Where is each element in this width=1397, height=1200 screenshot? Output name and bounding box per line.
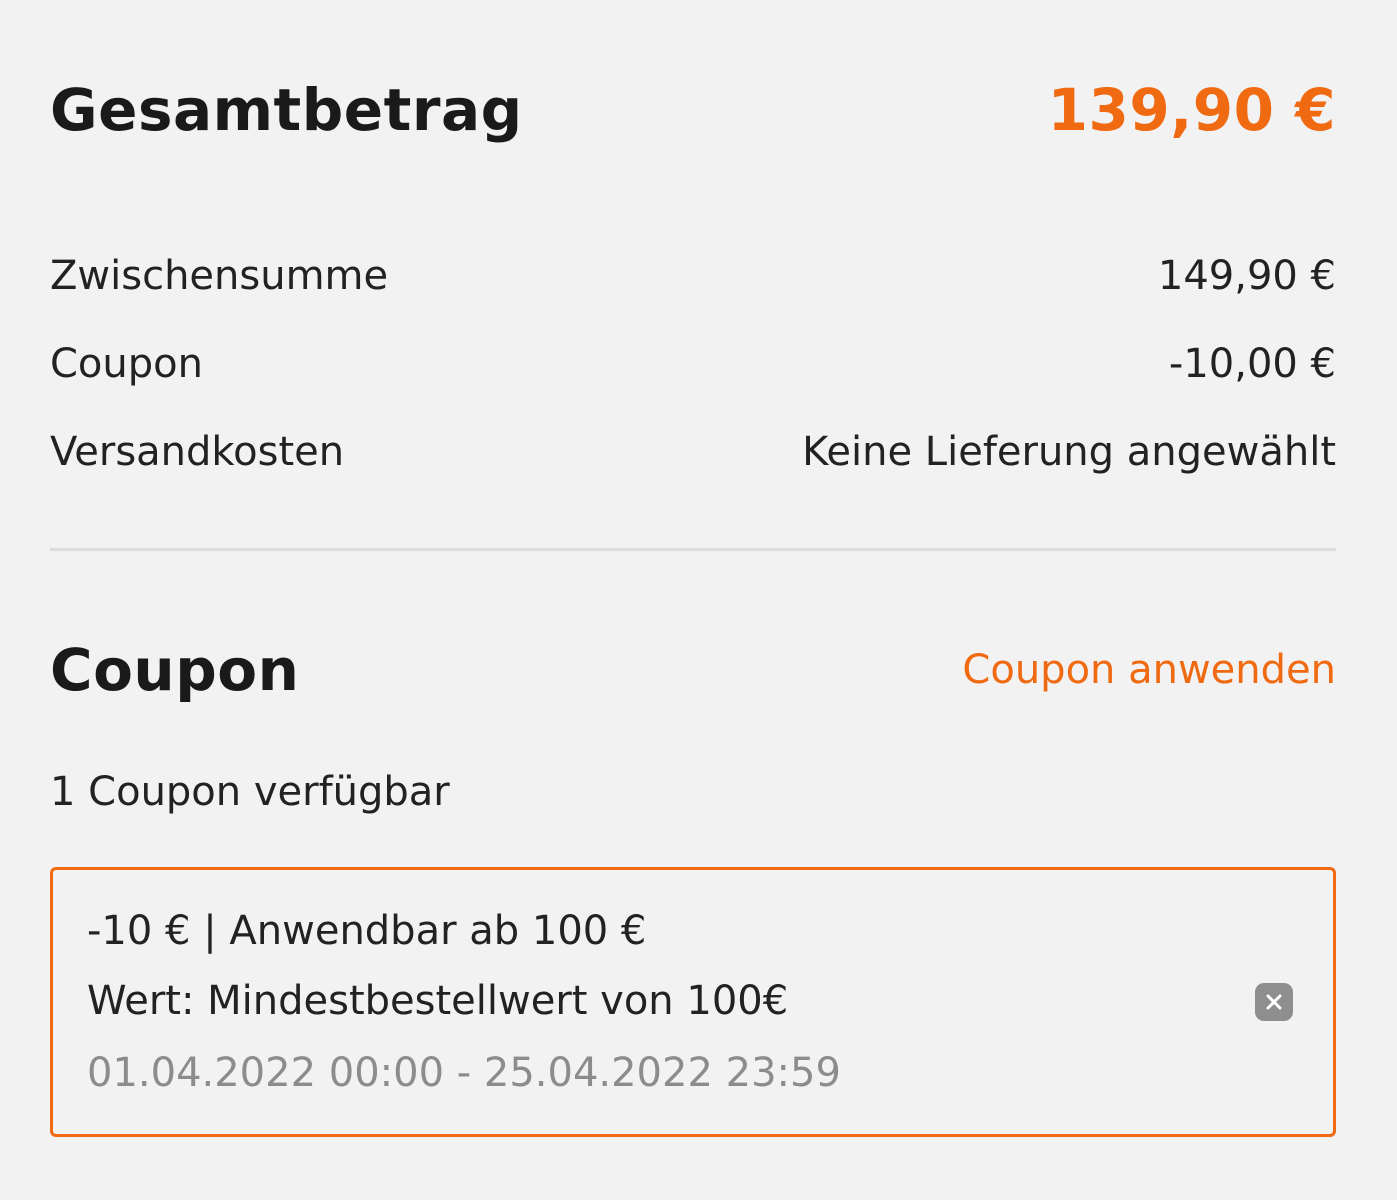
- shipping-row: Versandkosten Keine Lieferung angewählt: [50, 408, 1336, 496]
- coupon-card[interactable]: -10 € | Anwendbar ab 100 € Wert: Mindest…: [50, 867, 1336, 1137]
- shipping-label: Versandkosten: [50, 429, 345, 475]
- subtotal-row: Zwischensumme 149,90 €: [50, 232, 1336, 320]
- coupon-section-header: Coupon Coupon anwenden: [50, 630, 1336, 710]
- remove-coupon-button[interactable]: [1255, 983, 1293, 1021]
- coupon-headline: -10 € | Anwendbar ab 100 €: [87, 908, 647, 954]
- coupons-available-text: 1 Coupon verfügbar: [50, 769, 450, 815]
- coupon-discount-label: Coupon: [50, 341, 203, 387]
- subtotal-value: 149,90 €: [1157, 253, 1336, 299]
- apply-coupon-link[interactable]: Coupon anwenden: [962, 647, 1336, 693]
- coupon-section-title: Coupon: [50, 636, 300, 704]
- subtotal-label: Zwischensumme: [50, 253, 389, 299]
- total-value: 139,90 €: [1047, 76, 1336, 144]
- section-divider: [50, 548, 1336, 551]
- shipping-value: Keine Lieferung angewählt: [802, 429, 1336, 475]
- price-breakdown: Zwischensumme 149,90 € Coupon -10,00 € V…: [50, 232, 1336, 496]
- coupon-discount-row: Coupon -10,00 €: [50, 320, 1336, 408]
- coupon-discount-value: -10,00 €: [1168, 341, 1336, 387]
- total-row: Gesamtbetrag 139,90 €: [50, 70, 1336, 150]
- total-label: Gesamtbetrag: [50, 76, 523, 144]
- close-icon: [1266, 994, 1282, 1010]
- coupon-value-text: Wert: Mindestbestellwert von 100€: [87, 978, 789, 1024]
- coupon-validity: 01.04.2022 00:00 - 25.04.2022 23:59: [87, 1050, 841, 1096]
- order-summary-panel: Gesamtbetrag 139,90 € Zwischensumme 149,…: [50, 0, 1336, 1200]
